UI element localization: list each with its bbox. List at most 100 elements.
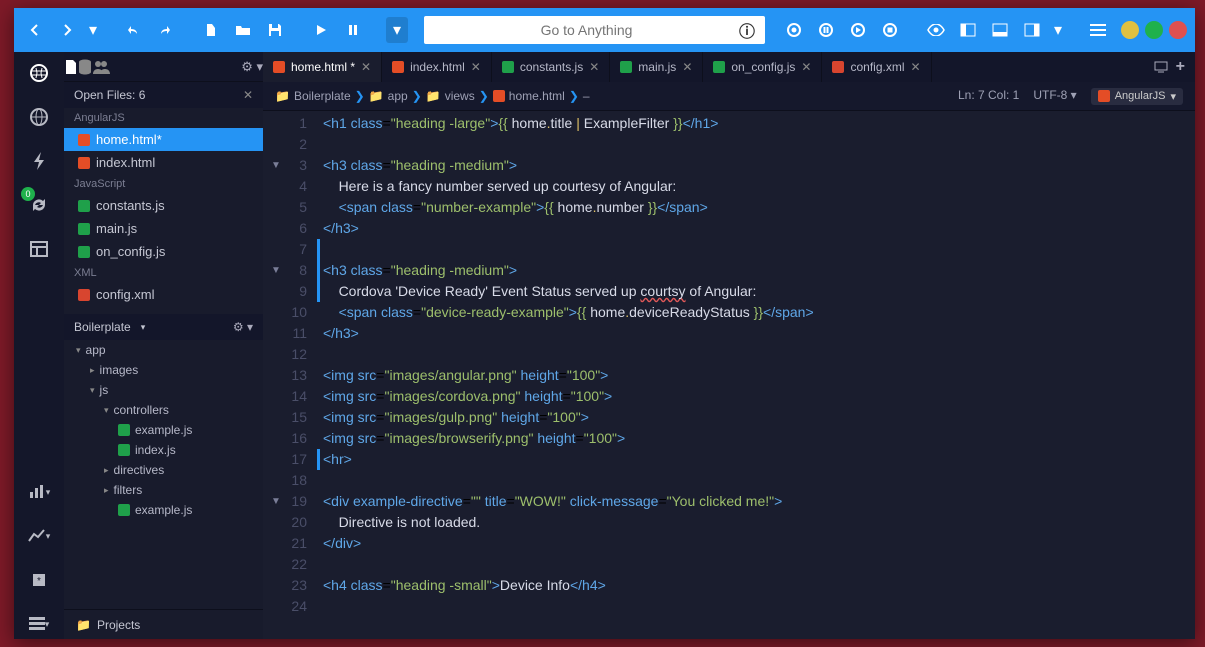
close-tab-icon[interactable]: ✕ bbox=[911, 60, 921, 74]
code-line[interactable]: </h3> bbox=[323, 218, 1195, 239]
code-line[interactable]: Here is a fancy number served up courtes… bbox=[323, 176, 1195, 197]
forward-button[interactable] bbox=[54, 17, 80, 43]
go-to-anything[interactable]: ⓘ bbox=[424, 16, 765, 44]
tree-node[interactable]: ▸directives bbox=[64, 460, 263, 480]
tree-node[interactable]: ▾js bbox=[64, 380, 263, 400]
open-file-item[interactable]: index.html bbox=[64, 151, 263, 174]
layout-left-button[interactable] bbox=[955, 17, 981, 43]
play-button[interactable] bbox=[308, 17, 334, 43]
editor-tab[interactable]: constants.js✕ bbox=[492, 52, 610, 82]
editor-tab[interactable]: config.xml✕ bbox=[822, 52, 931, 82]
fold-icon[interactable]: ▼ bbox=[271, 491, 281, 512]
breadcrumb-segment[interactable]: 📁views bbox=[426, 89, 475, 103]
code-line[interactable]: <span class="device-ready-example">{{ ho… bbox=[323, 302, 1195, 323]
open-file-item[interactable]: home.html* bbox=[64, 128, 263, 151]
breadcrumb-segment[interactable]: home.html bbox=[493, 89, 565, 103]
activity-snippet[interactable]: * bbox=[24, 565, 54, 595]
history-dropdown[interactable]: ▾ bbox=[86, 17, 100, 43]
code-line[interactable] bbox=[323, 554, 1195, 575]
open-file-item[interactable]: main.js bbox=[64, 217, 263, 240]
code-line[interactable]: <img src="images/gulp.png" height="100"> bbox=[323, 407, 1195, 428]
record-button[interactable] bbox=[781, 17, 807, 43]
open-file-item[interactable]: config.xml bbox=[64, 283, 263, 306]
layout-bottom-button[interactable] bbox=[987, 17, 1013, 43]
code-line[interactable]: <img src="images/cordova.png" height="10… bbox=[323, 386, 1195, 407]
close-tab-icon[interactable]: ✕ bbox=[471, 60, 481, 74]
language-mode[interactable]: AngularJS ▾ bbox=[1091, 88, 1183, 105]
minimize-button[interactable] bbox=[1121, 21, 1139, 39]
activity-explorer[interactable] bbox=[24, 58, 54, 88]
code-line[interactable] bbox=[323, 596, 1195, 617]
code-line[interactable]: <h4 class="heading -small">Device Info</… bbox=[323, 575, 1195, 596]
close-all-icon[interactable]: ✕ bbox=[243, 88, 253, 102]
panel-team-icon[interactable] bbox=[92, 60, 110, 74]
activity-chart[interactable]: ▾ bbox=[24, 477, 54, 507]
fold-icon[interactable]: ▼ bbox=[271, 260, 281, 281]
panel-settings-icon[interactable]: ⚙ ▾ bbox=[241, 59, 263, 75]
tree-node[interactable]: index.js bbox=[64, 440, 263, 460]
code-content[interactable]: <h1 class="heading -large">{{ home.title… bbox=[317, 111, 1195, 639]
back-button[interactable] bbox=[22, 17, 48, 43]
tree-node[interactable]: ▸images bbox=[64, 360, 263, 380]
open-file-item[interactable]: constants.js bbox=[64, 194, 263, 217]
pause-button[interactable] bbox=[340, 17, 366, 43]
activity-globe[interactable] bbox=[24, 102, 54, 132]
notification-icon[interactable] bbox=[1154, 61, 1168, 73]
save-button[interactable] bbox=[262, 17, 288, 43]
project-settings-icon[interactable]: ⚙ ▾ bbox=[233, 320, 253, 334]
code-line[interactable]: <h3 class="heading -medium"> bbox=[317, 260, 1195, 281]
editor-tab[interactable]: home.html *✕ bbox=[263, 52, 382, 82]
breadcrumb-segment[interactable]: 📁Boilerplate bbox=[275, 89, 351, 103]
encoding[interactable]: UTF-8 ▾ bbox=[1033, 88, 1076, 105]
tree-node[interactable]: example.js bbox=[64, 500, 263, 520]
code-line[interactable]: <h3 class="heading -medium"> bbox=[323, 155, 1195, 176]
projects-footer[interactable]: 📁 Projects bbox=[64, 609, 263, 639]
menu-button[interactable] bbox=[1085, 17, 1111, 43]
layout-right-button[interactable] bbox=[1019, 17, 1045, 43]
close-tab-icon[interactable]: ✕ bbox=[682, 60, 692, 74]
info-icon[interactable]: ⓘ bbox=[739, 18, 755, 42]
code-line[interactable] bbox=[317, 239, 1195, 260]
editor-tab[interactable]: on_config.js✕ bbox=[703, 52, 822, 82]
close-button[interactable] bbox=[1169, 21, 1187, 39]
code-line[interactable]: Directive is not loaded. bbox=[323, 512, 1195, 533]
rec-stop-button[interactable] bbox=[877, 17, 903, 43]
tree-node[interactable]: ▸filters bbox=[64, 480, 263, 500]
cursor-position[interactable]: Ln: 7 Col: 1 bbox=[958, 88, 1019, 105]
preview-button[interactable] bbox=[923, 17, 949, 43]
close-tab-icon[interactable]: ✕ bbox=[801, 60, 811, 74]
code-line[interactable]: Cordova 'Device Ready' Event Status serv… bbox=[317, 281, 1195, 302]
tree-node[interactable]: ▾app bbox=[64, 340, 263, 360]
layout-dropdown[interactable]: ▾ bbox=[1051, 17, 1065, 43]
code-line[interactable] bbox=[323, 344, 1195, 365]
run-dropdown[interactable]: ▾ bbox=[386, 17, 408, 43]
rec-play-button[interactable] bbox=[845, 17, 871, 43]
code-line[interactable]: <img src="images/browserify.png" height=… bbox=[323, 428, 1195, 449]
project-section[interactable]: Boilerplate ▾ ⚙ ▾ bbox=[64, 314, 263, 340]
code-line[interactable]: <img src="images/angular.png" height="10… bbox=[323, 365, 1195, 386]
open-folder-button[interactable] bbox=[230, 17, 256, 43]
panel-db-icon[interactable] bbox=[78, 59, 92, 75]
search-input[interactable] bbox=[434, 22, 739, 38]
undo-button[interactable] bbox=[120, 17, 146, 43]
activity-list[interactable]: ▾ bbox=[24, 609, 54, 639]
code-line[interactable] bbox=[323, 470, 1195, 491]
close-tab-icon[interactable]: ✕ bbox=[361, 60, 371, 74]
code-line[interactable]: </div> bbox=[323, 533, 1195, 554]
editor-tab[interactable]: main.js✕ bbox=[610, 52, 703, 82]
code-line[interactable]: <h1 class="heading -large">{{ home.title… bbox=[323, 113, 1195, 134]
add-tab-button[interactable]: + bbox=[1176, 58, 1185, 76]
new-file-button[interactable] bbox=[198, 17, 224, 43]
activity-layout[interactable] bbox=[24, 234, 54, 264]
open-file-item[interactable]: on_config.js bbox=[64, 240, 263, 263]
activity-graph[interactable]: ▾ bbox=[24, 521, 54, 551]
redo-button[interactable] bbox=[152, 17, 178, 43]
editor-tab[interactable]: index.html✕ bbox=[382, 52, 492, 82]
tree-node[interactable]: ▾controllers bbox=[64, 400, 263, 420]
fold-icon[interactable]: ▼ bbox=[271, 155, 281, 176]
breadcrumb-segment[interactable]: – bbox=[583, 89, 590, 103]
maximize-button[interactable] bbox=[1145, 21, 1163, 39]
close-tab-icon[interactable]: ✕ bbox=[589, 60, 599, 74]
open-files-section[interactable]: Open Files: 6 ✕ bbox=[64, 82, 263, 108]
code-line[interactable]: </h3> bbox=[323, 323, 1195, 344]
